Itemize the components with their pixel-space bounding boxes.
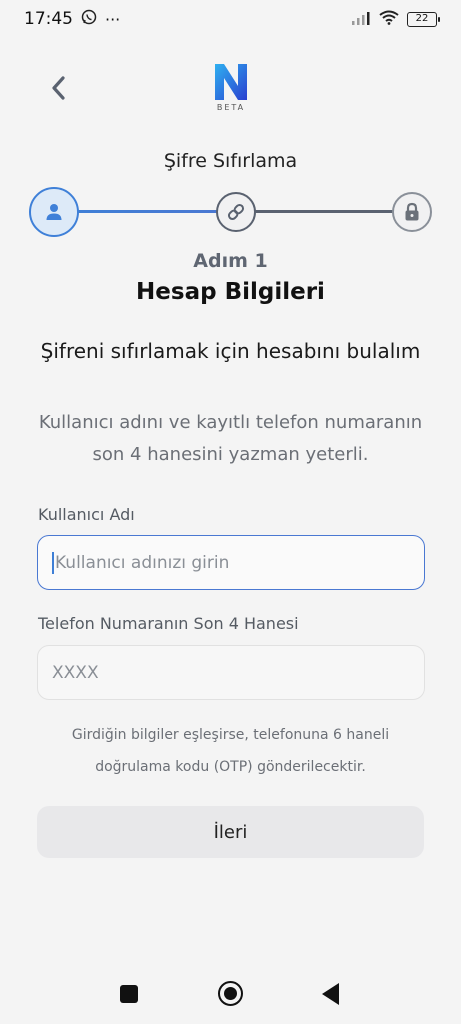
step-subtitle: Şifreni sıfırlamak için hesabını bulalım [40,339,421,363]
step-2-indicator [216,192,256,232]
logo-n-icon [215,64,247,100]
username-placeholder: Kullanıcı adınızı girin [55,552,230,573]
app-logo: BETA [206,62,256,116]
more-notifications-icon: ··· [105,9,121,29]
wifi-icon [379,10,399,29]
status-left: 17:45 ··· [24,9,120,29]
progress-stepper [0,186,461,238]
home-button[interactable] [218,981,243,1006]
step-heading: Hesap Bilgileri [136,279,325,305]
page-title: Şifre Sıfırlama [163,150,298,172]
phone-last4-placeholder: XXXX [52,662,99,683]
system-back-button[interactable] [322,983,339,1005]
step-1-indicator [29,187,79,237]
stepper-line-inactive [254,210,395,213]
back-button[interactable] [40,70,76,106]
user-icon [46,204,62,220]
chevron-left-icon [52,76,65,100]
step-description: Kullanıcı adını ve kayıtlı telefon numar… [38,412,423,465]
logo-beta-label: BETA [216,103,246,112]
username-label: Kullanıcı Adı [38,505,135,524]
next-button[interactable]: İleri [37,806,424,858]
recent-apps-button[interactable] [120,985,138,1003]
link-icon [227,203,245,221]
step-number: Adım 1 [193,250,268,272]
status-time: 17:45 [24,9,73,29]
lock-icon [405,202,419,221]
text-caret [52,551,54,574]
phone-last4-input[interactable]: XXXX [37,645,425,700]
status-bar: 17:45 ··· 22 [0,0,461,38]
status-right: 22 [351,10,440,29]
signal-icon [351,10,371,29]
stepper-line-active [76,210,218,213]
whatsapp-icon [81,9,97,29]
home-dot-icon [224,987,237,1000]
system-nav-bar [0,970,461,1020]
phone-last4-label: Telefon Numaranın Son 4 Hanesi [38,614,299,633]
otp-info-note: Girdiğin bilgiler eşleşirse, telefonuna … [71,727,390,775]
battery-icon: 22 [407,11,440,27]
username-input[interactable]: Kullanıcı adınızı girin [37,535,425,590]
step-3-indicator [392,192,432,232]
